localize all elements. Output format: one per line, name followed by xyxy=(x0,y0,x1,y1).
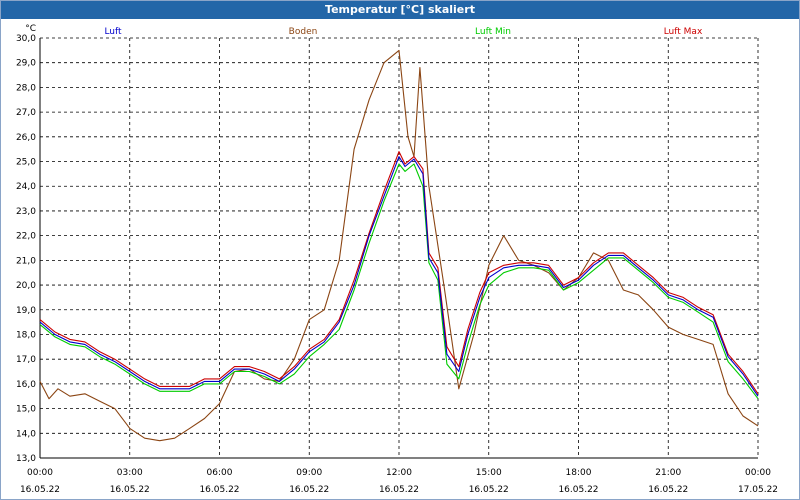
x-tick-date: 16.05.22 xyxy=(648,485,688,495)
legend: Luft Boden Luft Min Luft Max xyxy=(104,27,703,37)
y-tick-label: 20,0 xyxy=(16,281,36,291)
y-axis-unit: °C xyxy=(25,24,36,34)
temperature-chart: 13,0 14,0 15,0 16,0 17,0 18,0 19,0 20,0 21,0 22,0… xyxy=(16,24,778,495)
x-tick-time: 18:00 xyxy=(566,468,592,478)
x-tick-date: 16.05.22 xyxy=(289,485,329,495)
y-tick-label: 27,0 xyxy=(16,108,36,118)
legend-entry: Boden xyxy=(289,27,318,37)
legend-entry: Luft xyxy=(104,27,122,37)
x-tick-time: 09:00 xyxy=(296,468,322,478)
y-tick-label: 25,0 xyxy=(16,158,36,168)
legend-entry: Luft Max xyxy=(664,27,703,37)
y-tick-label: 28,0 xyxy=(16,83,36,93)
y-tick-label: 18,0 xyxy=(16,330,36,340)
x-tick-time: 21:00 xyxy=(655,468,681,478)
y-tick-label: 14,0 xyxy=(16,429,36,439)
y-tick-label: 17,0 xyxy=(16,355,36,365)
x-tick-time: 03:00 xyxy=(117,468,143,478)
y-tick-label: 24,0 xyxy=(16,182,36,192)
y-tick-label: 21,0 xyxy=(16,256,36,266)
x-tick-time: 00:00 xyxy=(745,468,771,478)
x-tick-date: 16.05.22 xyxy=(20,485,60,495)
y-tick-label: 23,0 xyxy=(16,207,36,217)
axes: 13,0 14,0 15,0 16,0 17,0 18,0 19,0 20,0 21,0 22,0… xyxy=(16,24,778,495)
y-tick-label: 29,0 xyxy=(16,59,36,69)
x-tick-time: 06:00 xyxy=(207,468,233,478)
x-tick-time: 00:00 xyxy=(27,468,53,478)
y-tick-label: 13,0 xyxy=(16,454,36,464)
x-tick-time: 12:00 xyxy=(386,468,412,478)
x-tick-date: 16.05.22 xyxy=(199,485,239,495)
legend-entry: Luft Min xyxy=(475,27,511,37)
x-tick-date: 17.05.22 xyxy=(738,485,778,495)
y-tick-label: 26,0 xyxy=(16,133,36,143)
y-tick-label: 30,0 xyxy=(16,34,36,44)
y-tick-label: 22,0 xyxy=(16,232,36,242)
x-tick-date: 16.05.22 xyxy=(469,485,509,495)
y-tick-label: 15,0 xyxy=(16,405,36,415)
series-line-luft xyxy=(39,156,759,397)
y-tick-label: 19,0 xyxy=(16,306,36,316)
x-tick-date: 16.05.22 xyxy=(558,485,598,495)
x-tick-date: 16.05.22 xyxy=(110,485,150,495)
y-tick-label: 16,0 xyxy=(16,380,36,390)
x-tick-time: 15:00 xyxy=(476,468,502,478)
x-tick-date: 16.05.22 xyxy=(379,485,419,495)
grid xyxy=(40,37,759,458)
